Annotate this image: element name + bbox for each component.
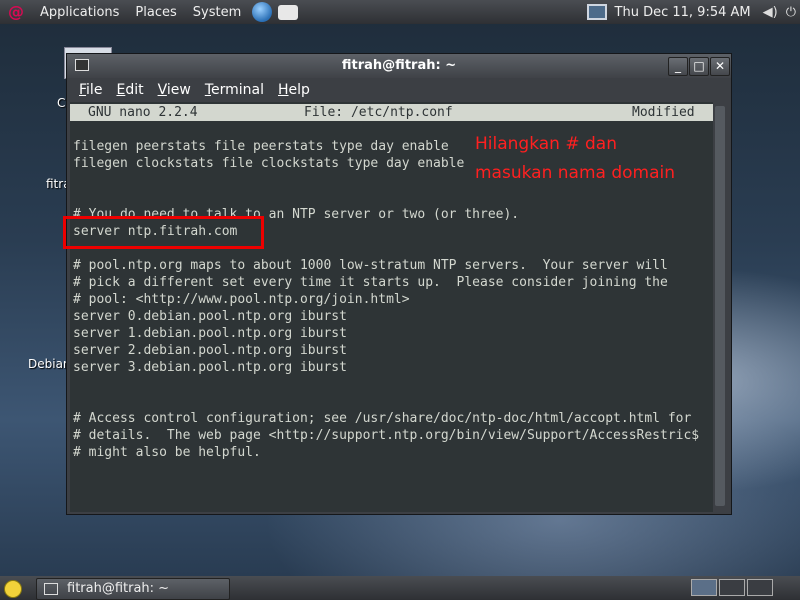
minimize-button[interactable]: _	[668, 57, 688, 76]
nano-filename: File: /etc/ntp.conf	[304, 105, 453, 120]
editor-line[interactable]: # details. The web page <http://support.…	[73, 427, 699, 444]
mail-icon[interactable]	[278, 4, 299, 20]
menu-places[interactable]: Places	[127, 5, 184, 20]
editor-line[interactable]: # Access control configuration; see /usr…	[73, 410, 691, 427]
taskbar-window-button[interactable]: fitrah@fitrah: ~	[36, 578, 230, 600]
window-title: fitrah@fitrah: ~	[341, 58, 457, 73]
editor-line[interactable]: # pool.ntp.org maps to about 1000 low-st…	[73, 257, 668, 274]
globe-icon[interactable]	[252, 2, 273, 22]
editor-line[interactable]: server 1.debian.pool.ntp.org iburst	[73, 325, 347, 342]
terminal-scrollbar[interactable]	[713, 102, 727, 512]
highlight-box	[63, 216, 264, 249]
clock[interactable]: Thu Dec 11, 9:54 AM	[615, 5, 751, 20]
workspace-1[interactable]	[691, 579, 717, 596]
scrollbar-thumb[interactable]	[715, 106, 725, 506]
menu-file[interactable]: File	[72, 82, 109, 98]
editor-line[interactable]: server 3.debian.pool.ntp.org iburst	[73, 359, 347, 376]
close-button[interactable]: ✕	[710, 57, 730, 76]
power-icon[interactable]: ⏻	[786, 5, 796, 20]
top-panel: @ Applications Places System Thu Dec 11,…	[0, 0, 800, 24]
editor-line[interactable]: filegen peerstats file peerstats type da…	[73, 138, 449, 155]
debian-logo-icon[interactable]: @	[8, 3, 26, 21]
editor-line[interactable]: filegen clockstats file clockstats type …	[73, 155, 464, 172]
window-menubar: File Edit View Terminal Help	[67, 78, 731, 102]
panel-tray: Thu Dec 11, 9:54 AM ◀) ⏻	[586, 0, 800, 24]
menu-view[interactable]: View	[151, 82, 198, 98]
nano-titlebar: GNU nano 2.2.4 File: /etc/ntp.conf Modif…	[70, 104, 713, 121]
menu-terminal[interactable]: Terminal	[198, 82, 271, 98]
bottom-panel: fitrah@fitrah: ~	[0, 576, 800, 600]
nano-version: GNU nano 2.2.4	[88, 105, 198, 120]
editor-line[interactable]: # pool: <http://www.pool.ntp.org/join.ht…	[73, 291, 410, 308]
desktop-label-trash[interactable]: Debian	[28, 357, 71, 371]
menu-edit[interactable]: Edit	[109, 82, 150, 98]
editor-line[interactable]: # pick a different set every time it sta…	[73, 274, 668, 291]
editor-line[interactable]: server 2.debian.pool.ntp.org iburst	[73, 342, 347, 359]
annotation-line-1: Hilangkan # dan	[475, 134, 617, 154]
menu-applications[interactable]: Applications	[32, 5, 127, 20]
window-titlebar[interactable]: fitrah@fitrah: ~ _ □ ✕	[67, 54, 731, 78]
volume-icon[interactable]: ◀)	[763, 5, 778, 20]
workspace-3[interactable]	[747, 579, 773, 596]
taskbar-window-label: fitrah@fitrah: ~	[67, 581, 170, 596]
workspace-2[interactable]	[719, 579, 745, 596]
annotation-line-2: masukan nama domain	[475, 163, 675, 183]
terminal-window: fitrah@fitrah: ~ _ □ ✕ File Edit View Te…	[66, 53, 732, 515]
nano-status: Modified	[632, 105, 695, 120]
menu-system[interactable]: System	[185, 5, 249, 20]
menu-help[interactable]: Help	[271, 82, 317, 98]
editor-line[interactable]: server 0.debian.pool.ntp.org iburst	[73, 308, 347, 325]
show-desktop-icon[interactable]	[4, 580, 22, 598]
maximize-button[interactable]: □	[689, 57, 709, 76]
network-icon[interactable]	[586, 4, 607, 20]
terminal-icon	[44, 583, 58, 595]
desktop-label-computer[interactable]: C	[57, 96, 65, 110]
editor-line[interactable]: # might also be helpful.	[73, 444, 261, 461]
